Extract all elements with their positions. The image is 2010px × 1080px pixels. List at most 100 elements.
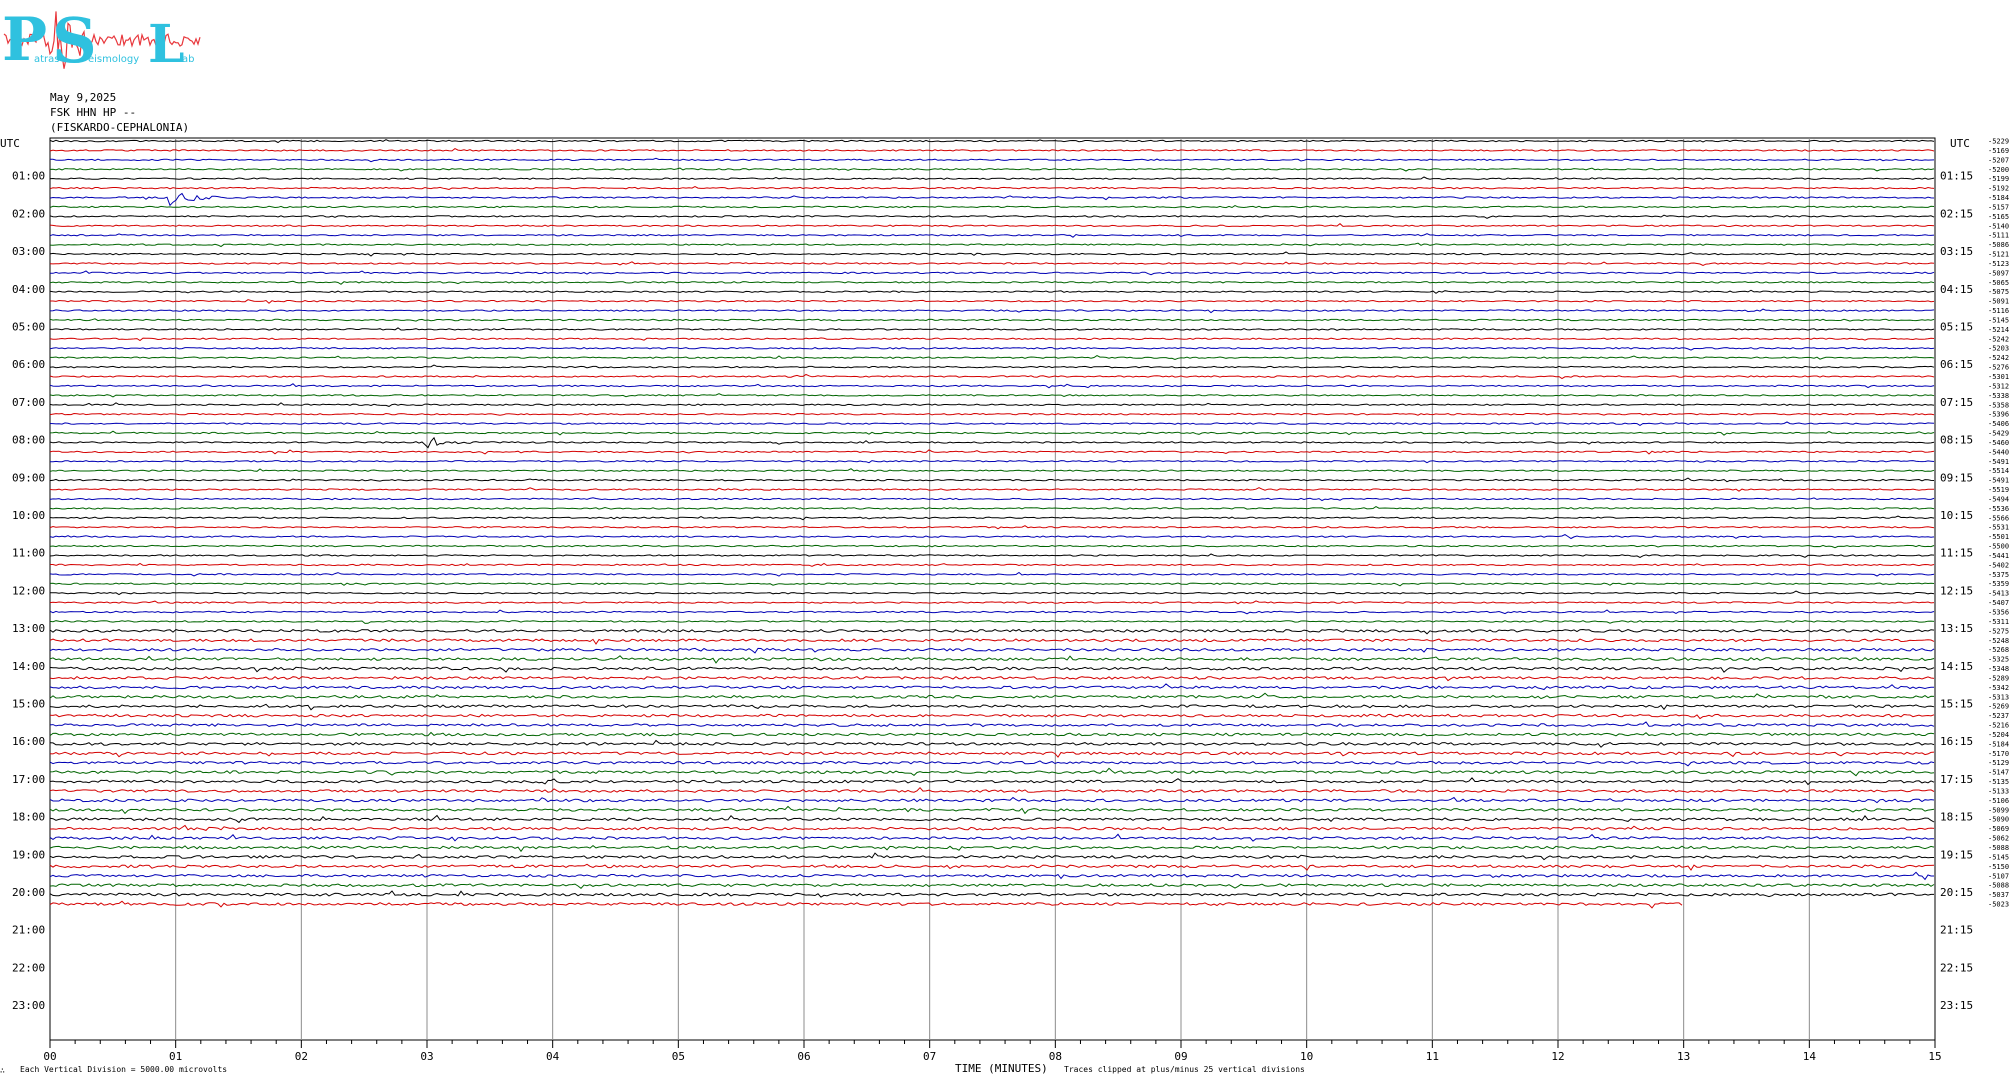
- trace-offset-label: -5170: [1988, 750, 2009, 758]
- seismic-trace: [49, 638, 1935, 645]
- trace-offset-label: -5242: [1988, 335, 2009, 343]
- seismic-trace: [49, 655, 1935, 664]
- seismic-trace: [49, 280, 1935, 285]
- seismic-trace: [49, 571, 1935, 577]
- trace-offset-label: -5088: [1988, 882, 2009, 890]
- x-tick-label: 08: [1049, 1050, 1062, 1063]
- seismic-trace: [49, 186, 1935, 191]
- hour-label-right: 14:15: [1940, 660, 1973, 673]
- trace-offset-label: -5133: [1988, 787, 2009, 795]
- trace-offset-label: -5519: [1988, 486, 2009, 494]
- seismic-trace: [49, 497, 1935, 502]
- hour-label-right: 21:15: [1940, 924, 1973, 937]
- seismic-trace: [49, 582, 1935, 587]
- hour-label-right: 17:15: [1940, 773, 1973, 786]
- seismic-trace: [49, 767, 1935, 777]
- hour-label-left: 22:00: [12, 961, 45, 974]
- trace-offset-label: -5429: [1988, 430, 2009, 438]
- trace-offset-label: -5491: [1988, 458, 2009, 466]
- seismic-trace: [49, 675, 1935, 682]
- seismic-trace: [49, 751, 1935, 758]
- seismic-trace: [49, 805, 1935, 815]
- seismic-trace: [49, 468, 1935, 472]
- hour-label-left: 06:00: [12, 358, 45, 371]
- trace-offset-label: -5276: [1988, 364, 2009, 372]
- hour-label-left: 16:00: [12, 735, 45, 748]
- logo-word-atras: atras: [34, 54, 60, 65]
- trace-offset-label: -5086: [1988, 241, 2009, 249]
- seismic-trace: [49, 148, 1935, 152]
- hour-label-right: 01:15: [1940, 170, 1973, 183]
- seismic-trace: [49, 628, 1935, 635]
- trace-offset-label: -5494: [1988, 495, 2009, 503]
- hour-label-right: 20:15: [1940, 886, 1973, 899]
- hour-label-left: 23:00: [12, 999, 45, 1012]
- trace-offset-label: -5192: [1988, 185, 2009, 193]
- seismic-trace: [49, 703, 1935, 711]
- seismic-trace: [49, 721, 1935, 728]
- seismic-trace: [49, 346, 1935, 351]
- seismic-trace: [49, 824, 1935, 831]
- seismic-trace: [49, 270, 1935, 276]
- seismic-trace: [49, 487, 1934, 492]
- x-tick-label: 07: [923, 1050, 936, 1063]
- hour-label-left: 20:00: [12, 886, 45, 899]
- trace-offset-label: -5514: [1988, 467, 2009, 475]
- seismic-trace: [49, 214, 1935, 219]
- hour-label-right: 06:15: [1940, 358, 1973, 371]
- hour-label-right: 10:15: [1940, 509, 1973, 522]
- seismic-trace: [49, 402, 1935, 407]
- seismic-trace: [49, 515, 1935, 521]
- header-date: May 9,2025: [50, 91, 116, 104]
- x-tick-label: 10: [1300, 1050, 1313, 1063]
- hour-label-right: 11:15: [1940, 547, 1973, 560]
- x-tick-label: 11: [1426, 1050, 1439, 1063]
- seismic-trace: [49, 600, 1935, 605]
- trace-offset-label: -5106: [1988, 797, 2009, 805]
- x-axis-title: TIME (MINUTES): [955, 1062, 1048, 1075]
- trace-offset-label: -5135: [1988, 778, 2009, 786]
- utc-label-right: UTC: [1950, 137, 1970, 150]
- trace-offset-label: -5396: [1988, 411, 2009, 419]
- seismic-trace: [49, 477, 1935, 483]
- seismic-trace: [49, 553, 1935, 558]
- hour-label-left: 08:00: [12, 434, 45, 447]
- seismic-trace: [49, 373, 1935, 380]
- trace-offset-label: -5407: [1988, 599, 2009, 607]
- seismic-trace: [49, 844, 1935, 853]
- hour-label-left: 02:00: [12, 207, 45, 220]
- trace-offset-label: -5501: [1988, 533, 2009, 541]
- trace-group: [49, 139, 1935, 909]
- trace-offset-label: -5325: [1988, 656, 2009, 664]
- seismic-trace: [49, 205, 1935, 209]
- trace-offset-label: -5375: [1988, 571, 2009, 579]
- x-tick-label: 05: [672, 1050, 685, 1063]
- hour-label-left: 13:00: [12, 622, 45, 635]
- hour-label-right: 19:15: [1940, 848, 1973, 861]
- hour-label-right: 15:15: [1940, 698, 1973, 711]
- seismic-trace: [49, 609, 1935, 615]
- seismic-trace: [49, 233, 1935, 238]
- hour-label-left: 01:00: [12, 170, 45, 183]
- seismic-trace: [49, 760, 1935, 767]
- trace-offset-label: -5338: [1988, 392, 2009, 400]
- seismic-trace: [49, 739, 1935, 748]
- hour-label-left: 09:00: [12, 471, 45, 484]
- trace-offset-label: -5229: [1988, 138, 2009, 146]
- trace-offset-label: -5111: [1988, 232, 2009, 240]
- hour-label-left: 04:00: [12, 283, 45, 296]
- seismic-trace: [49, 647, 1935, 654]
- trace-offset-label: -5313: [1988, 693, 2009, 701]
- seismic-trace: [49, 506, 1935, 510]
- trace-offset-label: -5214: [1988, 326, 2009, 334]
- trace-offset-label: -5065: [1988, 279, 2009, 287]
- x-tick-label: 14: [1803, 1050, 1817, 1063]
- seismic-trace: [49, 251, 1935, 257]
- seismic-trace: [49, 412, 1935, 416]
- seismic-trace: [50, 299, 1935, 304]
- seismic-trace: [49, 544, 1935, 549]
- seismic-trace: [49, 900, 1683, 909]
- trace-offset-label: -5129: [1988, 759, 2009, 767]
- seismic-trace: [49, 796, 1935, 804]
- hour-label-right: 18:15: [1940, 811, 1973, 824]
